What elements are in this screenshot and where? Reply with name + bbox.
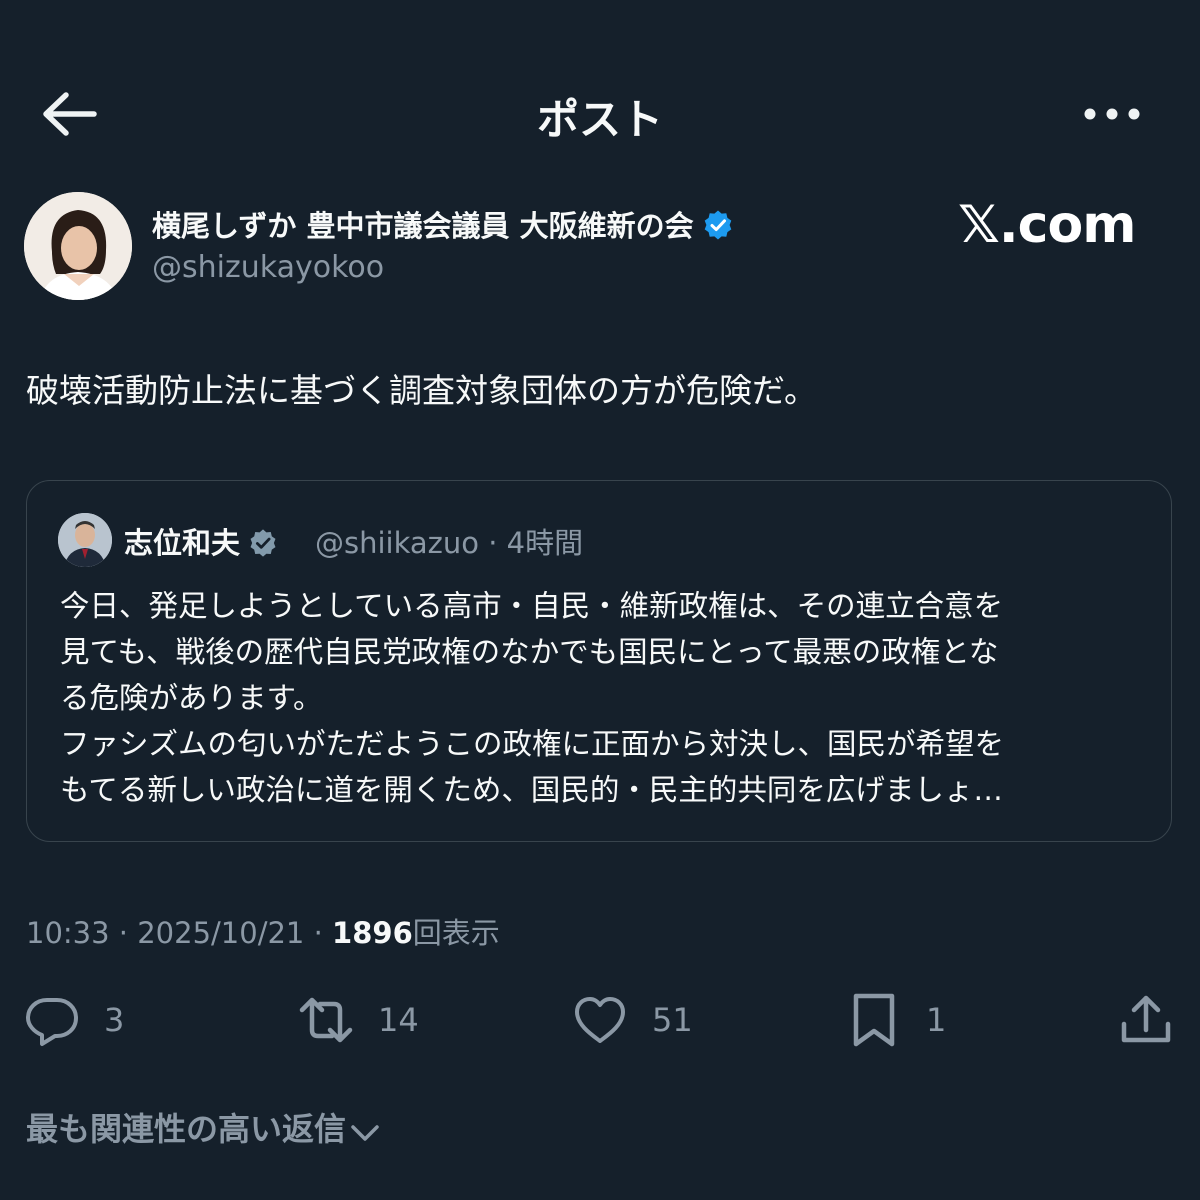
- verified-badge-icon: [704, 210, 731, 240]
- views-label: 回表示: [412, 916, 500, 950]
- reply-icon: [26, 998, 78, 1046]
- like-button[interactable]: 51: [572, 990, 693, 1050]
- repost-icon: [299, 997, 353, 1043]
- page-title: ポスト: [536, 95, 663, 144]
- quoted-post-meta: @shiikazuo · 4時間: [315, 520, 583, 562]
- reply-count: 3: [104, 1001, 125, 1039]
- view-count: 1896: [332, 916, 413, 950]
- repost-count: 14: [378, 1001, 419, 1039]
- share-button[interactable]: [1118, 990, 1174, 1050]
- bookmark-button[interactable]: 1: [846, 990, 946, 1050]
- share-icon: [1121, 995, 1171, 1043]
- quoted-post-line: 今日、発足しようとしている高市・自民・維新政権は、その連立合意を: [60, 589, 1004, 623]
- like-count: 51: [652, 1001, 693, 1039]
- reply-button[interactable]: 3: [24, 990, 124, 1050]
- meta-separator: ·: [313, 916, 323, 950]
- meta-separator: ·: [488, 526, 498, 560]
- post-date: 2025/10/21: [137, 916, 305, 950]
- replies-sort-dropdown[interactable]: 最も関連性の高い返信: [26, 1104, 380, 1150]
- author-avatar[interactable]: [24, 192, 132, 300]
- author-display-name[interactable]: 横尾しずか 豊中市議会議員 大阪維新の会: [152, 203, 734, 245]
- chevron-down-icon: [351, 1125, 379, 1141]
- bookmark-count: 1: [926, 1001, 947, 1039]
- post-text: 破壊活動防止法に基づく調査対象団体の方が危険だ。: [26, 371, 818, 410]
- post-meta: 10:33 · 2025/10/21 · 1896回表示: [26, 910, 500, 952]
- heart-icon: [575, 997, 625, 1043]
- quoted-author-avatar[interactable]: [58, 513, 112, 567]
- quoted-post-time: 4時間: [506, 526, 584, 560]
- quoted-post-line: 見ても、戦後の歴代自民党政権のなかでも国民にとって最悪の政権とな: [60, 635, 999, 669]
- more-options-button[interactable]: [1082, 96, 1142, 132]
- quoted-author-handle: @shiikazuo: [315, 526, 480, 560]
- meta-separator: ·: [118, 916, 129, 950]
- verified-badge-icon: [250, 529, 276, 557]
- bookmark-icon: [853, 993, 895, 1047]
- more-horizontal-icon: [1084, 108, 1140, 120]
- author-handle[interactable]: @shizukayokoo: [152, 250, 384, 285]
- quoted-post-line: もてる新しい政治に道を開くため、国民的・民主的共同を広げましょ…: [60, 773, 1003, 807]
- repost-button[interactable]: 14: [298, 990, 419, 1050]
- quoted-post-text: 今日、発足しようとしている高市・自民・維新政権は、その連立合意を 見ても、戦後の…: [60, 583, 1150, 813]
- quoted-author-name: 志位和夫: [124, 520, 278, 562]
- post-time: 10:33: [26, 916, 110, 950]
- x-com-watermark: 𝕏.com: [958, 195, 1136, 255]
- replies-sort-label: 最も関連性の高い返信: [26, 1110, 347, 1148]
- quoted-post-line: る危険があります。: [60, 681, 323, 715]
- quoted-post-line: ファシズムの匂いがただようこの政権に正面から対決し、国民が希望を: [60, 727, 1005, 761]
